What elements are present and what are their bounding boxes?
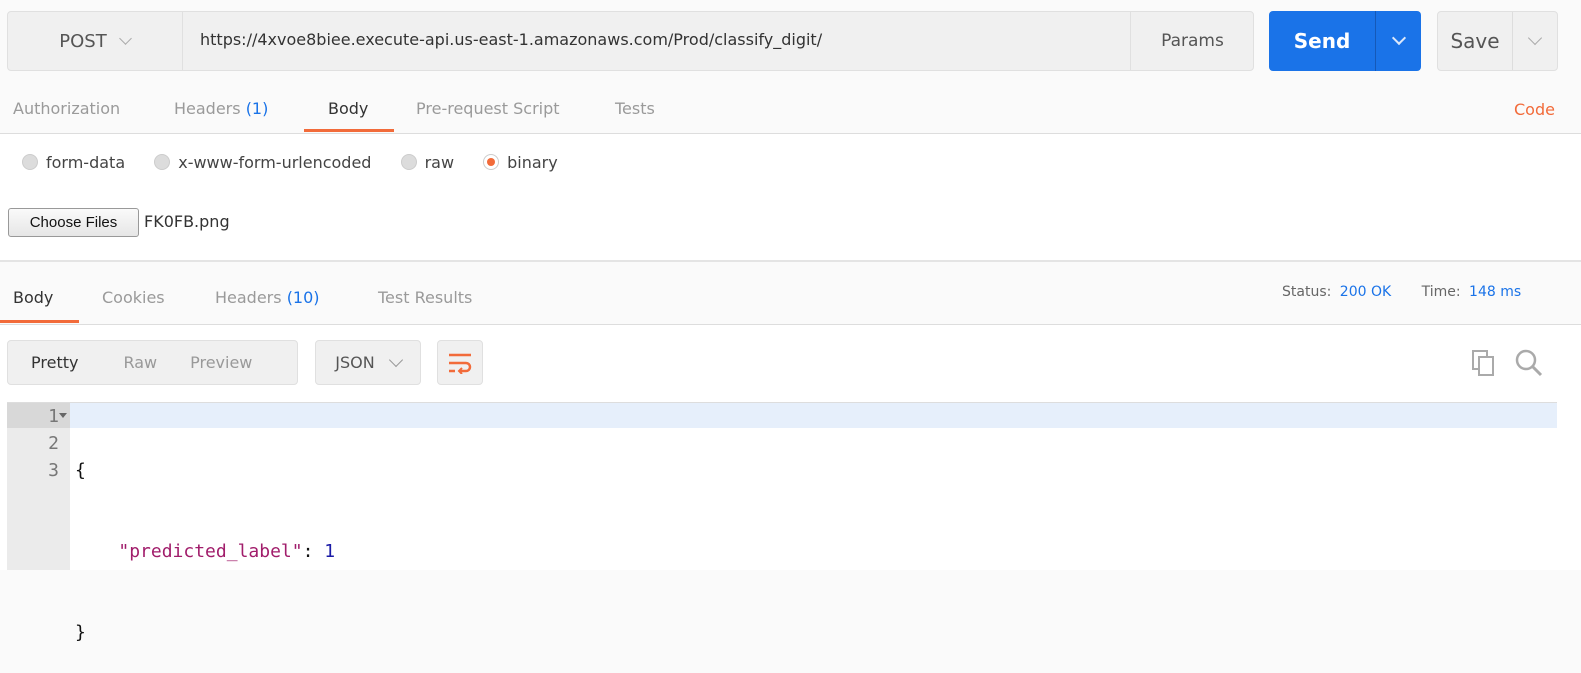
radio-icon: [400, 154, 417, 170]
code-content: { "predicted_label": 1 }: [75, 403, 335, 673]
json-key: "predicted_label": [118, 541, 303, 562]
wrap-lines-button[interactable]: [437, 340, 483, 385]
chevron-down-icon: [1527, 30, 1543, 46]
radio-icon: [22, 154, 38, 170]
code-line: }: [75, 622, 86, 643]
tab-label: Headers: [174, 99, 241, 118]
radio-form-data[interactable]: form-data: [22, 153, 125, 172]
response-tab-cookies[interactable]: Cookies: [102, 288, 165, 307]
radio-label: x-www-form-urlencoded: [178, 153, 372, 172]
tab-tests[interactable]: Tests: [615, 99, 655, 118]
active-tab-indicator: [0, 320, 79, 323]
divider: [0, 260, 1581, 262]
active-tab-indicator: [304, 129, 394, 132]
response-tab-body[interactable]: Body: [13, 288, 53, 307]
radio-label: binary: [507, 153, 558, 172]
send-button-group: Send: [1269, 11, 1421, 71]
params-button[interactable]: Params: [1130, 11, 1254, 71]
line-number: 3: [48, 460, 59, 481]
radio-selected-icon: [483, 154, 500, 170]
line-numbers: 1 2 3: [7, 403, 59, 484]
save-button[interactable]: Save: [1438, 12, 1513, 70]
copy-icon[interactable]: [1471, 349, 1499, 377]
save-options-button[interactable]: [1513, 12, 1557, 70]
view-mode-group: Pretty Raw Preview: [7, 340, 298, 385]
radio-label: raw: [424, 153, 455, 172]
code-line: {: [75, 460, 86, 481]
response-tab-test-results[interactable]: Test Results: [378, 288, 472, 307]
line-number: 1: [48, 406, 59, 427]
tab-authorization[interactable]: Authorization: [13, 99, 120, 118]
tab-pre-request-script[interactable]: Pre-request Script: [416, 99, 560, 118]
headers-count: (1): [245, 99, 269, 118]
method-label: POST: [59, 30, 107, 52]
code-link[interactable]: Code: [1514, 100, 1555, 119]
url-input[interactable]: https://4xvoe8biee.execute-api.us-east-1…: [200, 30, 822, 49]
body-mode-options: form-data x-www-form-urlencoded raw bina…: [22, 153, 558, 172]
response-tab-headers[interactable]: Headers (10): [215, 288, 320, 307]
format-select[interactable]: JSON: [315, 340, 421, 385]
radio-raw[interactable]: raw: [400, 153, 455, 172]
json-value: 1: [324, 541, 336, 562]
view-pretty[interactable]: Pretty: [31, 353, 78, 372]
format-label: JSON: [335, 353, 375, 372]
file-name: FK0FB.png: [144, 212, 230, 231]
status-label: Status:: [1282, 284, 1332, 300]
radio-urlencoded[interactable]: x-www-form-urlencoded: [154, 153, 371, 172]
json-colon: :: [302, 541, 325, 562]
wrap-icon: [449, 353, 472, 374]
save-button-group: Save: [1437, 11, 1558, 71]
choose-files-button[interactable]: Choose Files: [8, 208, 139, 237]
radio-icon: [154, 154, 171, 170]
view-preview[interactable]: Preview: [190, 353, 252, 372]
fold-arrow-icon[interactable]: [59, 413, 67, 418]
tab-body[interactable]: Body: [328, 99, 368, 118]
status-value: 200 OK: [1339, 284, 1392, 300]
send-options-button[interactable]: [1376, 11, 1421, 71]
line-number: 2: [48, 433, 59, 454]
code-line: "predicted_label": 1: [75, 538, 335, 565]
headers-count: (10): [286, 288, 320, 307]
send-button[interactable]: Send: [1269, 11, 1376, 71]
tab-label: Headers: [215, 288, 282, 307]
time-label: Time:: [1421, 284, 1461, 300]
chevron-down-icon: [118, 31, 132, 45]
radio-binary[interactable]: binary: [483, 153, 558, 172]
chevron-down-icon: [388, 352, 403, 367]
tab-headers[interactable]: Headers (1): [174, 99, 268, 118]
method-select[interactable]: POST: [7, 11, 183, 71]
radio-label: form-data: [46, 153, 126, 172]
response-meta: Status: 200 OK Time: 148 ms: [1282, 284, 1521, 300]
chevron-down-icon: [1391, 30, 1406, 46]
view-raw[interactable]: Raw: [123, 353, 157, 372]
time-value: 148 ms: [1469, 284, 1522, 300]
search-icon[interactable]: [1514, 348, 1544, 378]
